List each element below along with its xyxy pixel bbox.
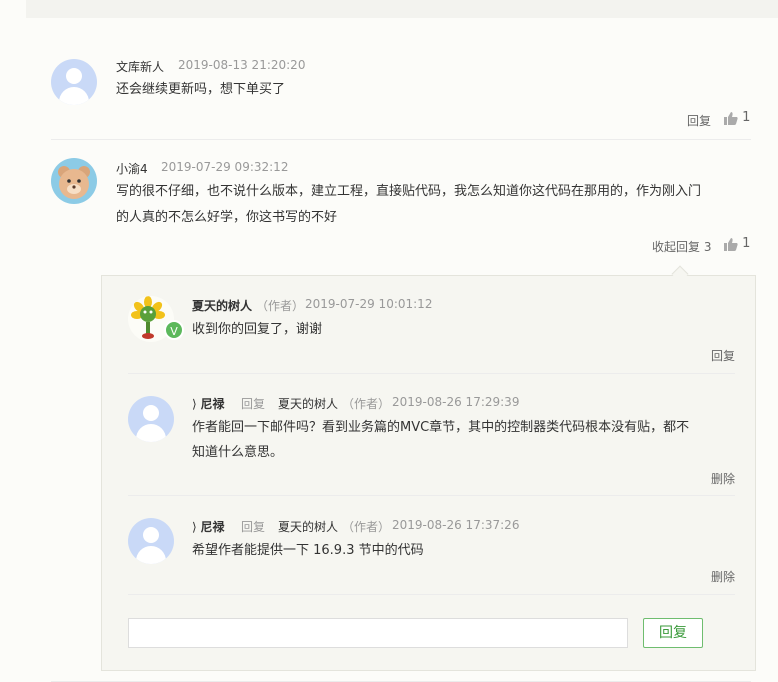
author-prefix-icon: ⟩ xyxy=(192,397,201,411)
comment-author[interactable]: 文库新人 xyxy=(116,58,164,75)
reply-author[interactable]: ⟩ 尼禄 xyxy=(192,518,225,535)
author-tag: （作者） xyxy=(342,520,391,534)
divider xyxy=(51,139,751,140)
reply-word: 回复 xyxy=(241,520,266,534)
comment-text-line-1: 写的很不仔细，也不说什么版本，建立工程，直接贴代码，我怎么知道你这代码在那用的，… xyxy=(116,184,702,199)
like-count: 1 xyxy=(742,110,751,125)
reply-text: 收到你的回复了，谢谢 xyxy=(192,322,323,337)
divider xyxy=(128,495,735,496)
thumbs-up-icon xyxy=(724,237,738,251)
comment-author[interactable]: 小渝4 xyxy=(116,160,148,177)
top-bar xyxy=(26,0,778,18)
reply-to-author[interactable]: 夏天的树人 xyxy=(278,395,338,412)
reply-to-author[interactable]: 夏天的树人 xyxy=(278,518,338,535)
author-tag: （作者） xyxy=(256,299,305,313)
reply-link[interactable]: 回复 xyxy=(687,112,711,129)
divider xyxy=(128,594,735,595)
comment-time: 2019-08-13 21:20:20 xyxy=(178,58,306,72)
thumbs-up-icon xyxy=(724,111,738,125)
comment-time: 2019-07-29 09:32:12 xyxy=(161,160,289,174)
reply-word: 回复 xyxy=(241,397,266,411)
delete-link[interactable]: 删除 xyxy=(711,470,735,487)
reply-time: 2019-07-29 10:01:12 xyxy=(305,297,433,311)
reply-input[interactable] xyxy=(128,618,628,648)
user-avatar-icon[interactable] xyxy=(128,518,174,564)
reply-text-line-1: 作者能回一下邮件吗？看到业务篇的MVC章节，其中的控制器类代码根本没有贴，都不 xyxy=(192,420,690,435)
reply-time: 2019-08-26 17:37:26 xyxy=(392,518,520,532)
comment-text: 还会继续更新吗，想下单买了 xyxy=(116,82,286,97)
collapse-replies-link[interactable]: 收起回复 3 xyxy=(652,238,711,255)
reply-time: 2019-08-26 17:29:39 xyxy=(392,395,520,409)
divider xyxy=(128,373,735,374)
reply-author[interactable]: ⟩ 尼禄 xyxy=(192,395,225,412)
verified-badge: V xyxy=(164,320,184,340)
comment-text-line-2: 的人真的不怎么好学，你这书写的不好 xyxy=(116,210,338,225)
like-count: 1 xyxy=(742,236,751,251)
like-button[interactable]: 1 xyxy=(724,110,750,125)
reply-author[interactable]: 夏天的树人 xyxy=(192,297,252,314)
author-tag: （作者） xyxy=(342,397,391,411)
reply-text: 希望作者能提供一下 16.9.3 节中的代码 xyxy=(192,543,424,558)
reply-submit-button[interactable]: 回复 xyxy=(643,618,703,648)
user-avatar-icon[interactable] xyxy=(51,59,97,105)
bear-avatar-icon[interactable] xyxy=(51,158,97,204)
delete-link[interactable]: 删除 xyxy=(711,568,735,585)
reply-link[interactable]: 回复 xyxy=(711,347,735,364)
like-button[interactable]: 1 xyxy=(724,236,750,251)
reply-text-line-2: 知道什么意思。 xyxy=(192,445,284,460)
user-avatar-icon[interactable] xyxy=(128,396,174,442)
author-prefix-icon: ⟩ xyxy=(192,520,201,534)
